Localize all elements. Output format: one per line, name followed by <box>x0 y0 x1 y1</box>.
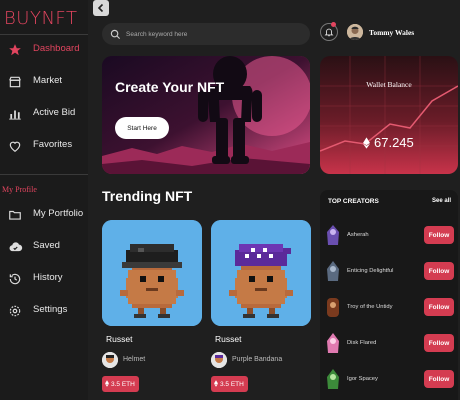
sidebar-item-label: Favorites <box>33 139 73 150</box>
eth-icon <box>214 379 218 389</box>
creator-avatar <box>325 368 341 390</box>
creator-row: Igor Spacey Follow <box>320 368 458 392</box>
sidebar-item-dashboard[interactable]: Dashboard <box>0 38 88 62</box>
sidebar-item-favorites[interactable]: Favorites <box>0 134 88 158</box>
cloud-check-icon <box>7 239 23 255</box>
follow-button[interactable]: Follow <box>424 226 454 244</box>
sidebar-item-market[interactable]: Market <box>0 70 88 94</box>
eth-icon <box>105 379 109 389</box>
user-avatar[interactable] <box>347 24 363 40</box>
creator-name: Disk Flared <box>347 340 377 346</box>
astronaut-illustration <box>102 56 310 174</box>
chevron-left-icon <box>97 3 104 13</box>
follow-button[interactable]: Follow <box>424 262 454 280</box>
owner-name: Purple Bandana <box>232 356 283 363</box>
nft-card-name: Russet <box>215 334 242 344</box>
divider <box>0 174 88 175</box>
user-name: Tommy Wales <box>369 28 415 37</box>
brand-logo: BUYNFT <box>4 8 78 29</box>
sidebar-item-label: Saved <box>33 240 60 251</box>
gear-icon <box>7 303 23 319</box>
top-creators-panel: TOP CREATORS See all Asherah Follow Enti… <box>320 190 458 400</box>
top-creators-title: TOP CREATORS <box>328 198 379 205</box>
sidebar-item-label: My Portfolio <box>33 208 84 219</box>
divider <box>0 34 88 35</box>
sidebar-item-my-portfolio[interactable]: My Portfolio <box>0 203 88 227</box>
wallet-balance-card: Wallet Balance 67.245 <box>320 56 458 174</box>
trending-title: Trending NFT <box>102 188 193 204</box>
star-icon <box>7 42 23 58</box>
creator-name: Enticing Delightful <box>347 268 394 274</box>
hero-title: Create Your NFT <box>115 79 225 95</box>
sidebar-item-history[interactable]: History <box>0 267 88 291</box>
sidebar-item-settings[interactable]: Settings <box>0 299 88 323</box>
eth-icon <box>363 136 370 154</box>
section-label-my-profile: My Profile <box>2 185 37 194</box>
start-here-button[interactable]: Start Here <box>115 117 169 139</box>
creator-name: Igor Spacey <box>347 376 378 382</box>
creator-row: Asherah Follow <box>320 224 458 248</box>
wallet-label: Wallet Balance <box>366 80 412 89</box>
owner-avatar <box>211 352 227 368</box>
notification-badge <box>331 22 336 27</box>
creator-avatar <box>325 260 341 282</box>
bell-icon <box>324 28 334 37</box>
price-badge[interactable]: 3.5 ETH <box>211 376 248 392</box>
store-icon <box>7 74 23 90</box>
see-all-link[interactable]: See all <box>432 198 451 204</box>
follow-button[interactable]: Follow <box>424 334 454 352</box>
hero-banner: Create Your NFT Start Here <box>102 56 310 174</box>
pixel-potato-bandana-image <box>211 220 311 326</box>
sidebar-item-label: Settings <box>33 304 68 315</box>
creator-avatar <box>325 224 341 246</box>
sidebar-item-saved[interactable]: Saved <box>0 235 88 259</box>
sidebar-item-label: Market <box>33 75 63 86</box>
bar-chart-icon <box>7 106 23 122</box>
collapse-sidebar-button[interactable] <box>93 0 109 16</box>
price-value: 3.5 ETH <box>220 380 244 388</box>
creator-avatar <box>325 332 341 354</box>
nft-card-image[interactable] <box>102 220 202 326</box>
price-value: 3.5 ETH <box>111 380 135 388</box>
sidebar-item-label: Dashboard <box>33 43 80 54</box>
search-icon <box>110 27 121 45</box>
search-bar <box>102 23 310 45</box>
creator-name: Asherah <box>347 232 369 238</box>
sidebar-item-active-bid[interactable]: Active Bid <box>0 102 88 126</box>
creator-row: Enticing Delightful Follow <box>320 260 458 284</box>
price-badge[interactable]: 3.5 ETH <box>102 376 139 392</box>
follow-button[interactable]: Follow <box>424 298 454 316</box>
sidebar-item-label: History <box>33 272 63 283</box>
sidebar-item-label: Active Bid <box>33 107 76 118</box>
pixel-potato-helmet-image <box>102 220 202 326</box>
creator-name: Troy of the Untidy <box>347 304 393 310</box>
history-icon <box>7 271 23 287</box>
sidebar: BUYNFT Dashboard Market Active Bid Favor… <box>0 0 88 400</box>
owner-avatar <box>102 352 118 368</box>
wallet-trend-line <box>320 56 458 174</box>
owner-name: Helmet <box>123 356 146 363</box>
nft-card-name: Russet <box>106 334 133 344</box>
wallet-amount: 67.245 <box>374 135 414 150</box>
creator-avatar <box>325 296 341 318</box>
folder-icon <box>7 207 23 223</box>
nft-card-image[interactable] <box>211 220 311 326</box>
search-input[interactable] <box>126 26 302 42</box>
heart-icon <box>7 138 23 154</box>
creator-row: Disk Flared Follow <box>320 332 458 356</box>
follow-button[interactable]: Follow <box>424 370 454 388</box>
creator-row: Troy of the Untidy Follow <box>320 296 458 320</box>
